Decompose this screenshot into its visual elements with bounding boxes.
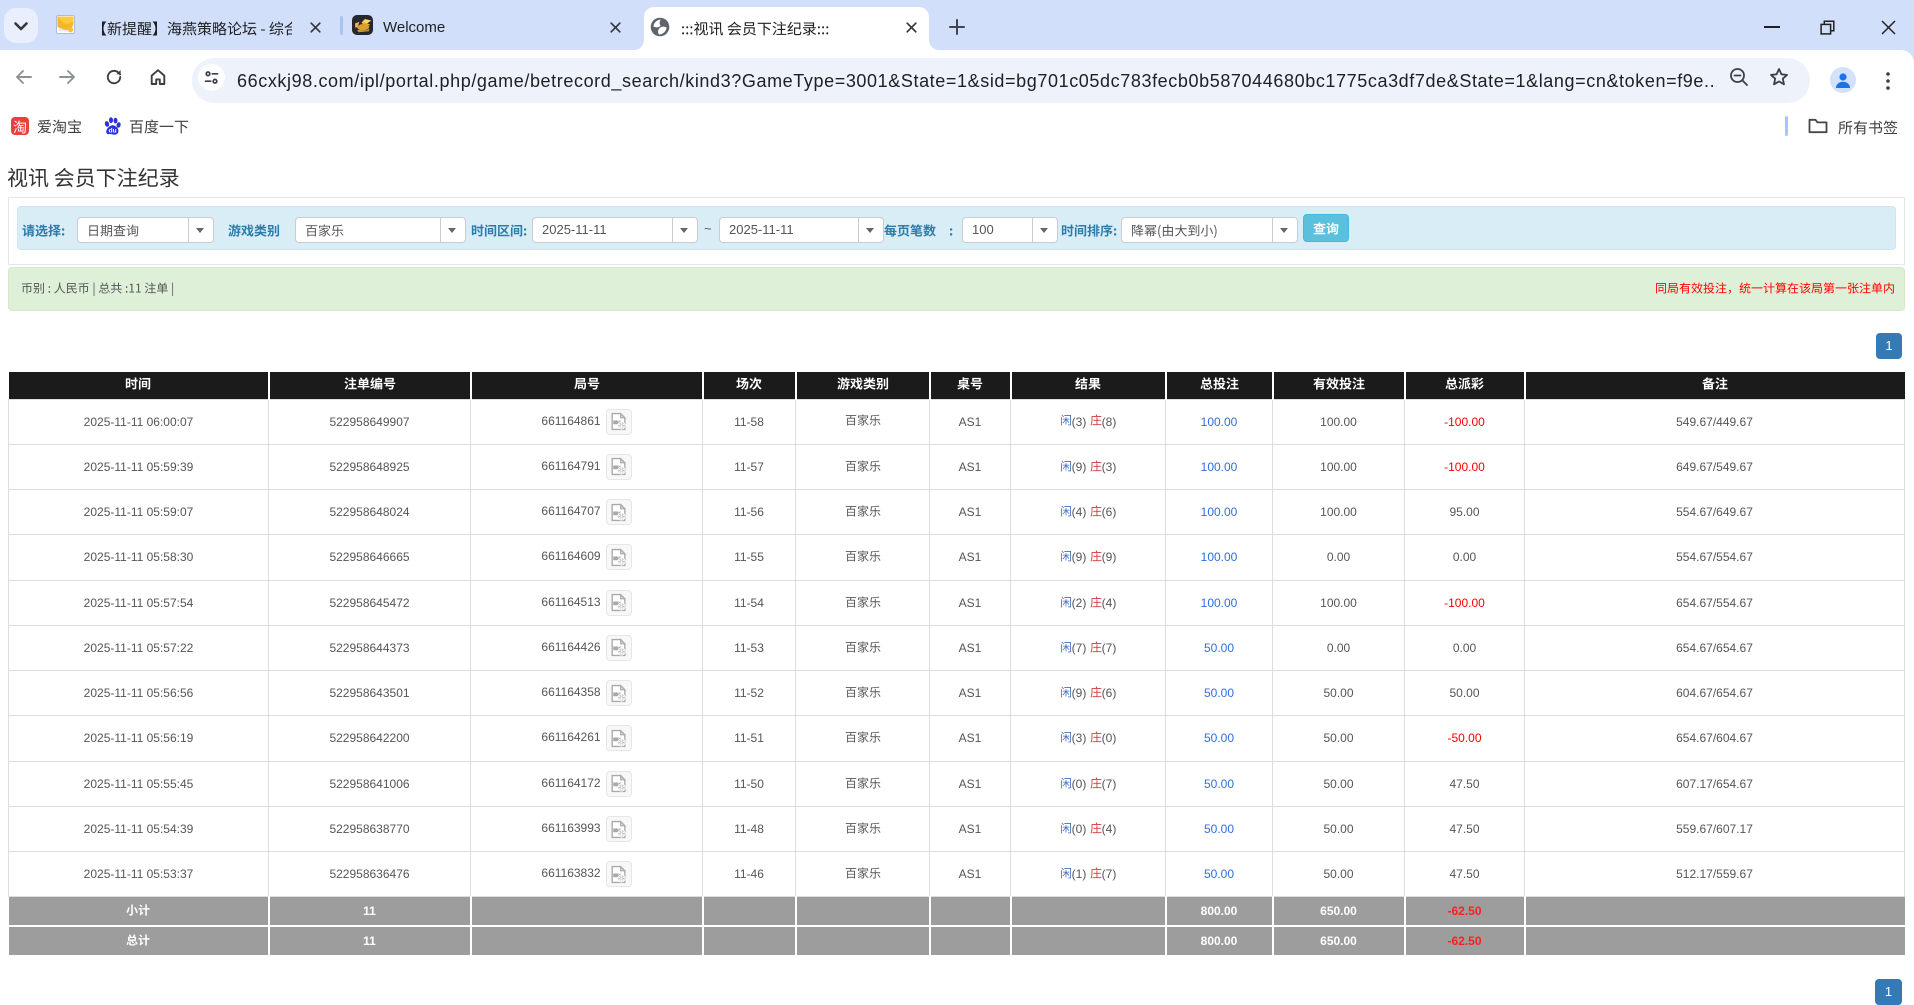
svg-text:du: du — [109, 127, 117, 134]
